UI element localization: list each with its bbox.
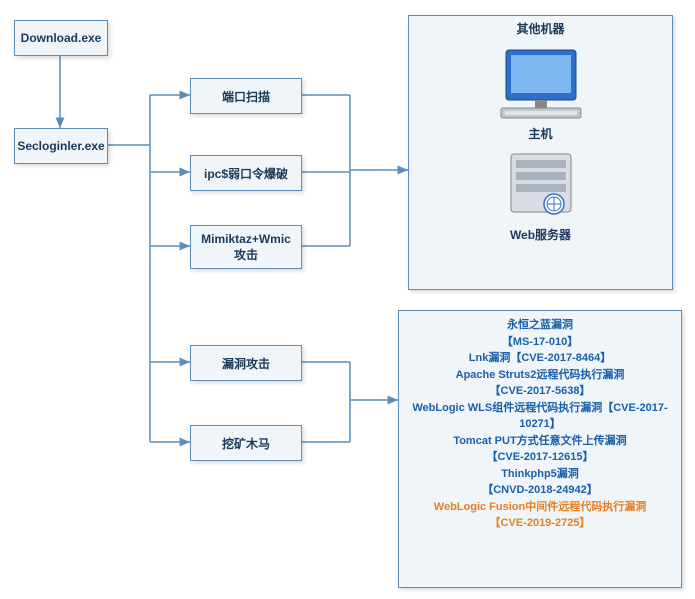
- vuln-entry: Tomcat PUT方式任意文件上传漏洞: [403, 433, 677, 450]
- web-server-label: Web服务器: [409, 226, 672, 243]
- node-mining-trojan-label: 挖矿木马: [222, 435, 270, 452]
- node-ipc-brute: ipc$弱口令爆破: [190, 155, 302, 191]
- vuln-entry: 永恒之蓝漏洞: [403, 317, 677, 334]
- vulnerability-list-box: 永恒之蓝漏洞【MS-17-010】Lnk漏洞【CVE-2017-8464】Apa…: [398, 310, 682, 588]
- vuln-entry-highlighted: WebLogic Fusion中间件远程代码执行漏洞: [403, 499, 677, 516]
- vuln-entry: WebLogic WLS组件远程代码执行漏洞【CVE-2017-10271】: [403, 400, 677, 433]
- vuln-entry: Lnk漏洞【CVE-2017-8464】: [403, 350, 677, 367]
- vuln-entry: 【CVE-2017-12615】: [403, 449, 677, 466]
- node-port-scan: 端口扫描: [190, 78, 302, 114]
- vuln-entry: Thinkphp5漏洞: [403, 466, 677, 483]
- host-label: 主机: [409, 125, 672, 142]
- computer-icon: [491, 45, 591, 125]
- vuln-entry: 【CVE-2017-5638】: [403, 383, 677, 400]
- network-box: 其他机器 主机 Web服务器: [408, 15, 673, 290]
- vuln-entry-highlighted: 【CVE-2019-2725】: [403, 515, 677, 532]
- vuln-entry: 【CNVD-2018-24942】: [403, 482, 677, 499]
- vuln-entry: 【MS-17-010】: [403, 334, 677, 351]
- vuln-entry: Apache Struts2远程代码执行漏洞: [403, 367, 677, 384]
- node-secloginler-label: Secloginler.exe: [17, 139, 104, 153]
- node-mimikatz-wmic: Mimiktaz+Wmic 攻击: [190, 225, 302, 269]
- server-icon: [496, 146, 586, 226]
- node-download-label: Download.exe: [21, 31, 102, 45]
- network-box-title: 其他机器: [409, 20, 672, 37]
- node-vuln-attack: 漏洞攻击: [190, 345, 302, 381]
- node-download-exe: Download.exe: [14, 20, 108, 56]
- node-mimikatz-label: Mimiktaz+Wmic 攻击: [201, 232, 291, 263]
- node-ipc-brute-label: ipc$弱口令爆破: [204, 165, 288, 182]
- node-vuln-attack-label: 漏洞攻击: [222, 355, 270, 372]
- node-secloginler-exe: Secloginler.exe: [14, 128, 108, 164]
- node-port-scan-label: 端口扫描: [222, 88, 270, 105]
- vuln-list: 永恒之蓝漏洞【MS-17-010】Lnk漏洞【CVE-2017-8464】Apa…: [399, 311, 681, 538]
- node-mining-trojan: 挖矿木马: [190, 425, 302, 461]
